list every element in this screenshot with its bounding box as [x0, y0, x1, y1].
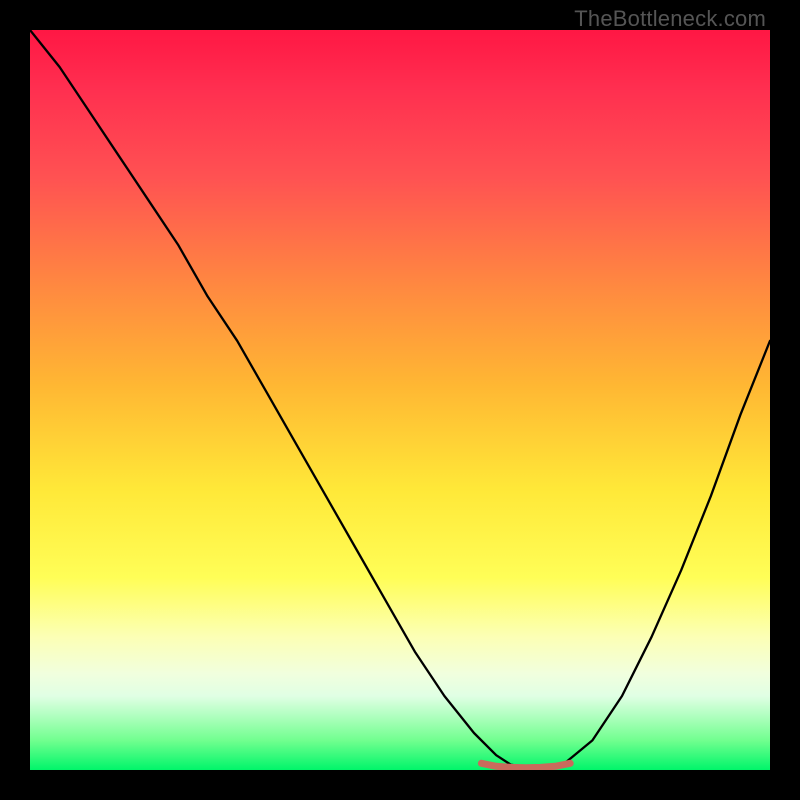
bottleneck-curve — [30, 30, 770, 768]
notch-marker — [481, 763, 570, 768]
curve-svg — [30, 30, 770, 770]
plot-area — [30, 30, 770, 770]
chart-frame: TheBottleneck.com — [0, 0, 800, 800]
watermark-text: TheBottleneck.com — [574, 6, 766, 32]
